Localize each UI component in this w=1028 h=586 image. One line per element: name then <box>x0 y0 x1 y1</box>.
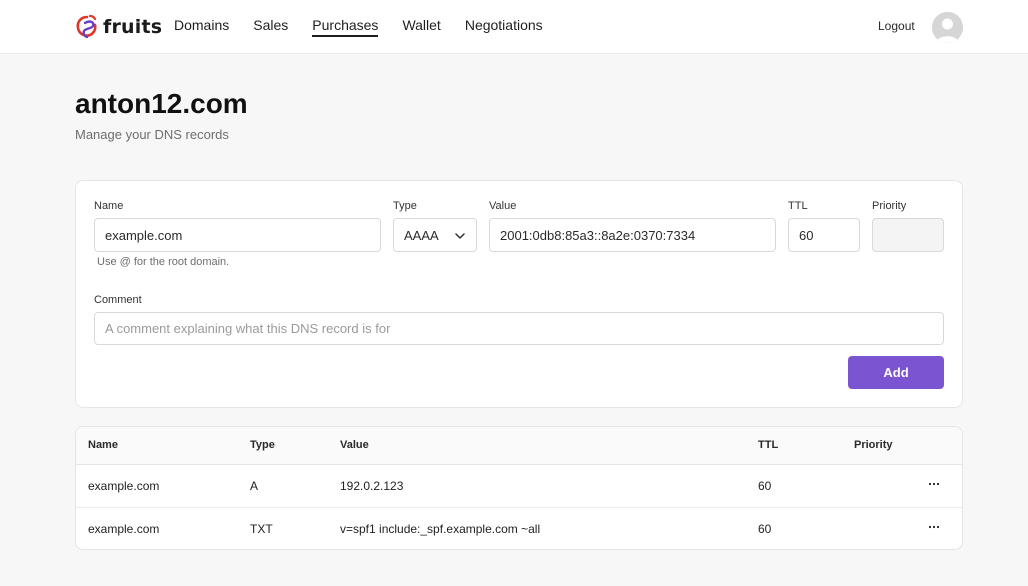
more-horizontal-icon[interactable] <box>928 520 940 534</box>
nav-sales[interactable]: Sales <box>253 17 288 37</box>
nav-negotiations[interactable]: Negotiations <box>465 17 543 37</box>
ttl-input-value: 60 <box>799 227 814 243</box>
ttl-label: TTL <box>788 200 808 212</box>
table-row: example.com A 192.0.2.123 60 <box>76 465 962 508</box>
cell-name: example.com <box>88 479 160 493</box>
user-avatar-icon <box>932 12 963 43</box>
name-input[interactable]: example.com <box>94 218 381 252</box>
main-nav: Domains Sales Purchases Wallet Negotiati… <box>174 0 543 54</box>
nav-purchases[interactable]: Purchases <box>312 17 379 37</box>
comment-input[interactable]: A comment explaining what this DNS recor… <box>94 312 944 345</box>
brand-logo[interactable]: fruits <box>75 14 162 40</box>
ttl-input[interactable]: 60 <box>788 218 860 252</box>
dns-records-table: Name Type Value TTL Priority example.com… <box>75 426 963 550</box>
value-input-value: 2001:0db8:85a3::8a2e:0370:7334 <box>500 227 696 243</box>
value-input[interactable]: 2001:0db8:85a3::8a2e:0370:7334 <box>489 218 776 252</box>
cell-value: v=spf1 include:_spf.example.com ~all <box>340 522 541 536</box>
column-header-ttl: TTL <box>758 439 779 451</box>
fruits-logo-icon <box>76 14 97 39</box>
chevron-down-icon <box>455 233 465 239</box>
priority-label: Priority <box>872 200 907 212</box>
nav-wallet[interactable]: Wallet <box>402 17 440 37</box>
comment-placeholder: A comment explaining what this DNS recor… <box>105 321 391 336</box>
name-hint: Use @ for the root domain. <box>97 256 230 268</box>
column-header-priority: Priority <box>854 439 893 451</box>
cell-name: example.com <box>88 522 160 536</box>
column-header-type: Type <box>250 439 275 451</box>
type-label: Type <box>393 200 417 212</box>
brand-name: fruits <box>103 16 163 38</box>
table-row: example.com TXT v=spf1 include:_spf.exam… <box>76 508 962 549</box>
add-record-button[interactable]: Add <box>848 356 944 389</box>
more-horizontal-icon[interactable] <box>928 477 940 491</box>
page-subtitle: Manage your DNS records <box>75 127 229 142</box>
name-input-value: example.com <box>105 227 183 243</box>
cell-type: TXT <box>250 522 273 536</box>
user-avatar[interactable] <box>932 12 963 43</box>
type-select[interactable]: AAAA <box>393 218 477 252</box>
nav-domains[interactable]: Domains <box>174 17 229 37</box>
logout-link[interactable]: Logout <box>878 19 915 33</box>
column-header-name: Name <box>88 439 118 451</box>
top-navigation-bar: fruits Domains Sales Purchases Wallet Ne… <box>0 0 1028 54</box>
dns-record-form: Name example.com Use @ for the root doma… <box>75 180 963 408</box>
priority-input[interactable] <box>872 218 944 252</box>
cell-ttl: 60 <box>758 522 772 536</box>
table-header: Name Type Value TTL Priority <box>76 427 962 465</box>
name-label: Name <box>94 200 124 212</box>
cell-value: 192.0.2.123 <box>340 479 404 493</box>
type-select-value: AAAA <box>404 227 439 243</box>
page-title: anton12.com <box>75 88 248 119</box>
column-header-value: Value <box>340 439 369 451</box>
cell-type: A <box>250 479 259 493</box>
cell-ttl: 60 <box>758 479 772 493</box>
value-label: Value <box>489 200 517 212</box>
comment-label: Comment <box>94 294 142 306</box>
